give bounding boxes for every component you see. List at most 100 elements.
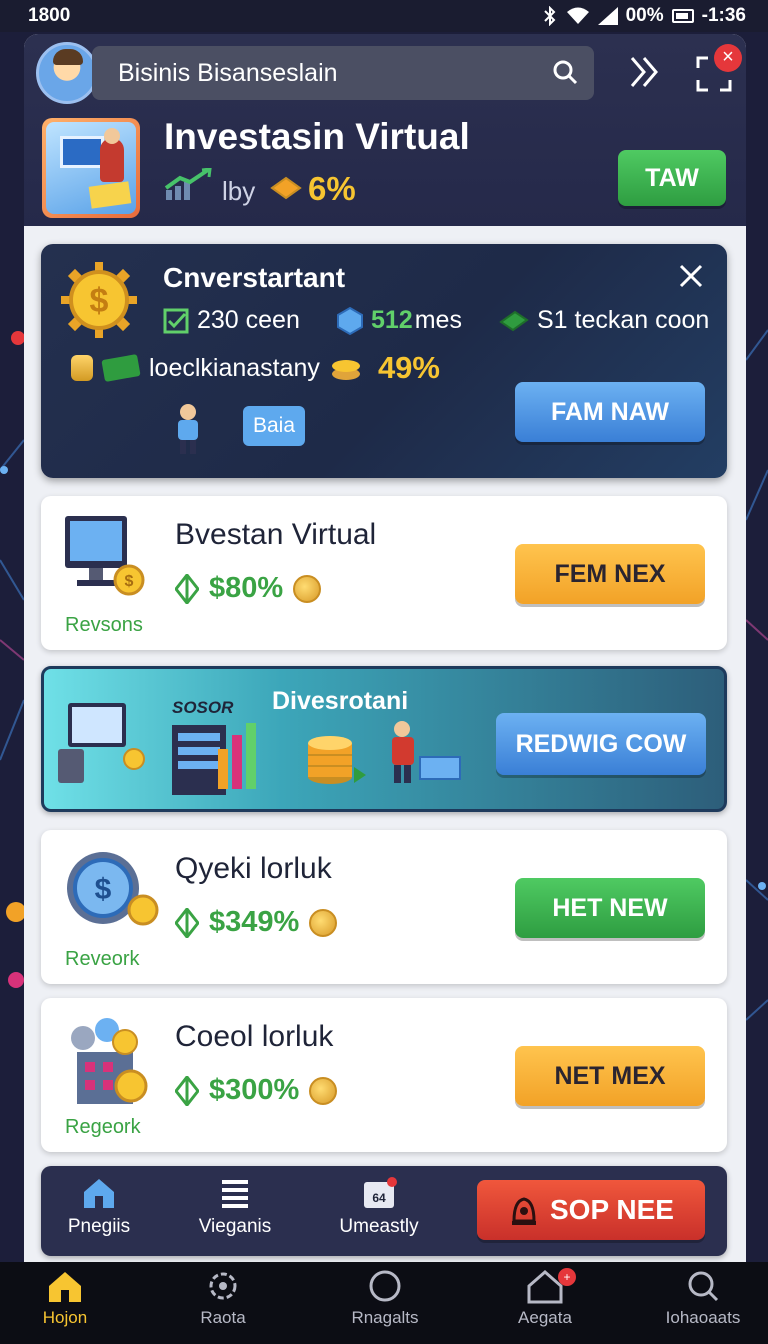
card-value: $80% [209, 572, 284, 604]
card-subtitle: Revsons [65, 614, 143, 636]
line2-percent: 49% [377, 350, 440, 385]
card-subtitle: Reveork [65, 948, 140, 970]
header-action-button[interactable]: TAW [618, 150, 726, 206]
nav-label: Raota [200, 1308, 246, 1327]
gem-icon [337, 306, 363, 335]
feature-title: Divesrotani [272, 687, 409, 715]
strip-label: Umeastly [339, 1216, 419, 1237]
coin-pile-icon [331, 360, 360, 380]
nav-item-rnagalts[interactable]: Rnagalts [320, 1268, 450, 1328]
search-icon [688, 1271, 719, 1302]
list-icon [222, 1180, 248, 1208]
gold-coins-icon [270, 176, 302, 200]
nav-item-aegata[interactable]: + Aegata [480, 1268, 610, 1328]
nav-item-home[interactable]: Hojon [0, 1268, 130, 1328]
stat-cash: S1 teckan coon [499, 306, 709, 335]
card-value-row: $300% [175, 1074, 338, 1107]
investment-card-3[interactable]: Coeol lorluk $300% Regeork NET MEX [41, 998, 727, 1152]
home-icon [84, 1179, 114, 1208]
search-icon[interactable] [552, 59, 578, 85]
nav-label: Rnagalts [351, 1308, 419, 1327]
card-title: Bvestan Virtual [175, 518, 377, 551]
feature-sign: SOSOR [172, 698, 234, 717]
promo-card: $ Cnverstartant 230 ceen 512 mes S1 teck… [41, 244, 727, 478]
stat2-value: 512 [371, 306, 413, 334]
card-value: $349% [209, 906, 300, 938]
stat-gems: 512 mes [337, 306, 462, 335]
circle-icon [369, 1270, 401, 1302]
card-action-button[interactable]: HET NEW [515, 878, 705, 938]
calendar-badge-text: 64 [372, 1191, 386, 1205]
promo-line2: loeclkianastany 49% [71, 350, 440, 386]
action-strip: Pnegiis Vieganis 64 Umeastly SOP NEE [41, 1166, 727, 1256]
investment-card-1[interactable]: $ Bvestan Virtual $80% Revsons FEM NEX [41, 496, 727, 650]
stat3-text: S1 teckan coon [537, 306, 710, 334]
close-icon[interactable] [679, 264, 703, 288]
status-right: 00% -1:36 [542, 5, 746, 27]
card-subtitle: Regeork [65, 1116, 141, 1138]
card-action-button[interactable]: NET MEX [515, 1046, 705, 1106]
coin-icon [293, 574, 322, 603]
search-bar[interactable]: Bisinis Bisanseslain [92, 46, 594, 100]
coin-tower-icon [308, 736, 366, 784]
feature-banner[interactable]: SOSOR Divesrotani REDWIG COW [41, 666, 727, 812]
gear-coin-icon: $ [61, 262, 137, 338]
bottom-navigation: Hojon Raota Rnagalts + Aegata Iohaoaats [0, 1262, 768, 1344]
diamond-icon [175, 907, 199, 938]
coin-icon [309, 908, 338, 937]
svg-text:$: $ [95, 873, 112, 906]
return-rate: 6% [308, 170, 356, 207]
promo-title: Cnverstartant [163, 262, 346, 293]
app-window: Bisinis Bisanseslain × Investasin Virtua… [24, 34, 746, 1262]
worker-icon [392, 721, 461, 783]
card-value-row: $80% [175, 572, 322, 605]
cash-icon [101, 354, 141, 382]
user-avatar[interactable] [36, 42, 98, 104]
app-logo [42, 118, 140, 218]
nav-label: Hojon [42, 1308, 88, 1327]
card-value-row: $349% [175, 906, 338, 939]
promo-action-button[interactable]: FAM NAW [515, 382, 705, 442]
gear-icon [209, 1272, 237, 1300]
person-icon [178, 404, 198, 454]
card-title: Coeol lorluk [175, 1020, 334, 1053]
nav-item-search[interactable]: Iohaoaats [638, 1268, 768, 1328]
app-title: Investasin Virtual [164, 116, 470, 157]
growth-chart-icon [164, 168, 212, 200]
card-value: $300% [209, 1074, 300, 1106]
close-badge[interactable]: × [714, 44, 742, 72]
alarm-icon [512, 1197, 536, 1225]
double-chevron-icon[interactable] [626, 54, 662, 90]
computer-coin-icon: $ [65, 516, 145, 596]
svg-text:$: $ [125, 573, 134, 590]
nav-item-raota[interactable]: Raota [158, 1268, 288, 1328]
investment-card-2[interactable]: $ Qyeki lorluk $349% Reveork HET NEW [41, 830, 727, 984]
strip-item-vieganis[interactable]: Vieganis [175, 1176, 295, 1238]
checkbox-icon [163, 308, 189, 333]
strip-item-umeastly[interactable]: 64 Umeastly [319, 1176, 439, 1238]
strip-item-pnegiis[interactable]: Pnegiis [39, 1176, 159, 1238]
notification-badge: + [558, 1268, 576, 1286]
card-action-button[interactable]: FEM NEX [515, 544, 705, 604]
svg-text:$: $ [90, 282, 109, 320]
strip-label: Pnegiis [67, 1216, 131, 1237]
status-clock: -1:36 [701, 5, 746, 26]
wifi-icon [566, 7, 589, 24]
stop-button[interactable]: SOP NEE [477, 1180, 705, 1240]
search-text: Bisinis Bisanseslain [118, 58, 338, 87]
cash-stack-icon [499, 310, 529, 331]
stat2-unit: mes [414, 306, 462, 334]
stat-checked: 230 ceen [163, 306, 300, 335]
coin-icon [309, 1076, 338, 1105]
gear-dollar-icon: $ [67, 852, 159, 926]
bluetooth-icon [543, 6, 556, 26]
status-time-left: 1800 [28, 5, 71, 26]
coin-stack-icon [71, 355, 93, 381]
stat1-text: 230 ceen [197, 306, 300, 334]
status-bar: 1800 00% -1:36 [0, 0, 768, 32]
nav-label: Iohaoaats [665, 1308, 741, 1327]
app-header: Bisinis Bisanseslain × Investasin Virtua… [24, 34, 746, 226]
calendar-icon: 64 [364, 1177, 397, 1208]
battery-icon [671, 9, 694, 23]
feature-action-button[interactable]: REDWIG COW [496, 713, 706, 775]
